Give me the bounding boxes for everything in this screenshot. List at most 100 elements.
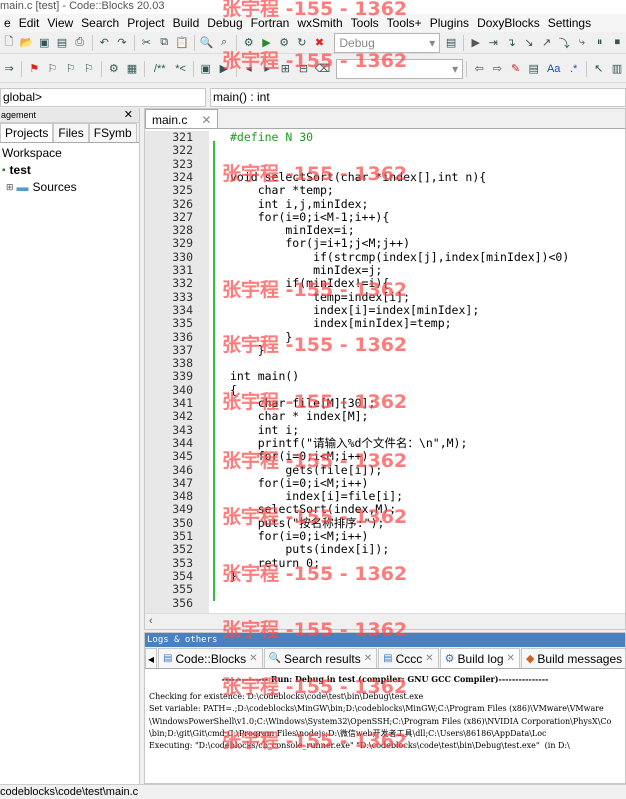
close-icon[interactable]: ✕	[201, 113, 211, 128]
expand-icon[interactable]: ⊞	[6, 179, 14, 196]
run-html-icon[interactable]: ▶	[217, 61, 231, 77]
close-icon[interactable]: ✕	[425, 653, 433, 664]
regex-icon[interactable]: .*	[567, 61, 581, 77]
menu-item[interactable]: Plugins	[426, 16, 473, 30]
menu-item[interactable]: Fortran	[247, 16, 294, 30]
rebuild-icon[interactable]: ↻	[295, 35, 309, 51]
code-text: minIdex=j;	[230, 263, 383, 277]
next-line-icon[interactable]: ↴	[504, 35, 518, 51]
tab-build-messages[interactable]: ◆ Build messages	[520, 648, 625, 668]
pause-icon[interactable]: ⏸	[593, 35, 607, 51]
step-into-icon[interactable]: ↘	[522, 35, 536, 51]
run-to-cursor-icon[interactable]: ⇥	[487, 35, 501, 51]
menu-item[interactable]: Tools+	[383, 16, 426, 30]
menu-item[interactable]: Debug	[203, 16, 246, 30]
menu-item[interactable]: DoxyBlocks	[473, 16, 544, 30]
toolbar-separator	[462, 34, 464, 51]
comment-block-icon[interactable]: /**	[150, 61, 170, 77]
tree-item-workspace[interactable]: Workspace	[0, 145, 139, 162]
menu-item[interactable]: wxSmith	[293, 16, 346, 30]
find-options-icon[interactable]: ⊟	[296, 61, 310, 77]
doxy-extract-icon[interactable]: ▦	[125, 61, 139, 77]
scope-global-select[interactable]: global>	[0, 88, 206, 107]
find-icon[interactable]: 🔍	[200, 35, 214, 51]
tab-build-log[interactable]: ⚙ Build log ✕	[439, 648, 520, 668]
run-icon[interactable]: ▶	[260, 35, 274, 51]
step-instruction-icon[interactable]: ⤷	[575, 35, 589, 51]
tab-files[interactable]: Files	[53, 123, 89, 142]
line-number: 350	[172, 515, 193, 530]
highlight-icon[interactable]: ✎	[508, 61, 522, 77]
doxy-wizard-icon[interactable]: ⚙	[107, 61, 121, 77]
selected-text-icon[interactable]: ▤	[527, 61, 541, 77]
build-settings-icon[interactable]: ⚙	[242, 35, 256, 51]
save-all-icon[interactable]: ▤	[55, 35, 69, 51]
undo-icon[interactable]: ↶	[97, 35, 111, 51]
line-number: 353	[172, 555, 193, 570]
back-icon[interactable]: ⇦	[472, 61, 486, 77]
open-html-icon[interactable]: ▣	[199, 61, 213, 77]
build-target-select[interactable]: Debug ▾	[334, 32, 441, 53]
editor-tabs: main.c ✕	[145, 109, 625, 129]
logs-tab-arrow[interactable]: ◂	[145, 648, 158, 668]
line-number: 332	[172, 276, 193, 291]
search-combo[interactable]: ▾	[336, 58, 464, 79]
new-file-icon[interactable]: 🗋	[2, 35, 16, 51]
menu-item[interactable]: Tools	[347, 16, 383, 30]
code-area[interactable]: 321 #define N 30 322 323 324 void selectSort(…	[145, 130, 625, 613]
layout-icon[interactable]: ▥	[610, 61, 624, 77]
close-icon[interactable]: ✕	[124, 108, 133, 123]
menu-item[interactable]: View	[43, 16, 77, 30]
tab-search-results[interactable]: 🔍 Search results ✕	[263, 648, 378, 668]
step-out-icon[interactable]: ↗	[540, 35, 554, 51]
clear-search-icon[interactable]: ⌫	[315, 61, 331, 77]
tab-fsymbols[interactable]: FSymb	[88, 123, 137, 142]
bookmark-clear-icon[interactable]: ⚐	[82, 61, 96, 77]
build-run-icon[interactable]: ⚙	[277, 35, 291, 51]
open-folder-icon[interactable]: 📂	[20, 35, 34, 51]
editor-tab-main[interactable]: main.c ✕	[145, 109, 219, 128]
code-text: printf("请输入%d个文件名：\n",M);	[230, 435, 468, 450]
tab-codeblocks[interactable]: ▤ Code::Blocks ✕	[158, 648, 263, 668]
paste-icon[interactable]: 📋	[175, 35, 189, 51]
menu-item[interactable]: Build	[169, 16, 204, 30]
jump-icon[interactable]: ⇒	[2, 61, 16, 77]
scroll-left-icon[interactable]: ‹	[149, 615, 153, 627]
save-icon[interactable]: ▣	[37, 35, 51, 51]
menu-item[interactable]: Settings	[544, 16, 595, 30]
cut-icon[interactable]: ✂	[140, 35, 154, 51]
menu-item[interactable]: Edit	[15, 16, 44, 30]
forward-icon[interactable]: ⇨	[490, 61, 504, 77]
close-icon[interactable]: ✕	[507, 653, 515, 664]
replace-icon[interactable]: ⌕	[217, 35, 231, 51]
tree-item-sources[interactable]: ⊞ ▬ Sources	[0, 179, 139, 196]
tab-cccc[interactable]: ▤ Cccc ✕	[378, 648, 439, 668]
match-case-icon[interactable]: Aa	[545, 61, 563, 77]
tree-item-project[interactable]: ▪ test	[0, 162, 139, 179]
target-options-icon[interactable]: ▤	[444, 35, 458, 51]
close-icon[interactable]: ✕	[364, 653, 372, 664]
abort-icon[interactable]: ✖	[313, 35, 327, 51]
horizontal-scrollbar[interactable]: ‹	[145, 613, 625, 629]
show-select-icon[interactable]: ⊞	[278, 61, 292, 77]
redo-icon[interactable]: ↷	[115, 35, 129, 51]
menu-item[interactable]: Project	[123, 16, 168, 30]
arrow-right-icon[interactable]: ▸	[260, 61, 274, 77]
comment-line-icon[interactable]: *<	[174, 61, 188, 77]
bookmark-prev-icon[interactable]: ⚐	[45, 61, 59, 77]
tab-projects[interactable]: Projects	[0, 123, 54, 142]
next-instruction-icon[interactable]: ⤵	[557, 35, 571, 51]
menu-item[interactable]: Search	[77, 16, 123, 30]
copy-icon[interactable]: ⧉	[157, 35, 171, 51]
bookmark-next-icon[interactable]: ⚐	[63, 61, 77, 77]
scope-function-select[interactable]: main() : int	[210, 88, 626, 107]
print-icon[interactable]: ⎙	[73, 35, 87, 51]
debug-start-icon[interactable]: ▶	[469, 35, 483, 51]
stop-debug-icon[interactable]: ⏹	[610, 35, 624, 51]
menu-item[interactable]: e	[0, 16, 15, 30]
pointer-icon[interactable]: ↖	[592, 61, 606, 77]
close-icon[interactable]: ✕	[249, 653, 257, 664]
bookmark-toggle-icon[interactable]: ⚑	[27, 61, 41, 77]
arrow-left-icon[interactable]: ◂	[242, 61, 256, 77]
line-number: 336	[172, 329, 193, 344]
